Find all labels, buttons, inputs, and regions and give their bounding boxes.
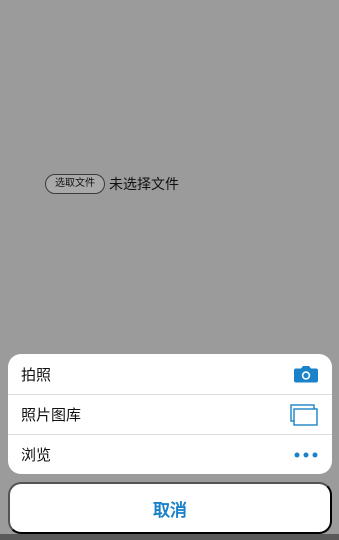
- action-sheet: 拍照 照片图库 浏览: [8, 354, 332, 474]
- file-status-text: 未选择文件: [109, 177, 179, 193]
- more-dots-icon: [294, 452, 318, 458]
- photo-library-option[interactable]: 照片图库: [8, 394, 332, 434]
- take-photo-option[interactable]: 拍照: [8, 354, 332, 394]
- choose-file-button[interactable]: 选取文件: [45, 174, 105, 194]
- bottom-strip: [0, 534, 339, 540]
- cancel-button[interactable]: 取消: [8, 482, 332, 534]
- camera-icon: [294, 366, 318, 383]
- browse-option[interactable]: 浏览: [8, 434, 332, 474]
- take-photo-label: 拍照: [21, 365, 52, 384]
- file-input: 选取文件 未选择文件: [45, 174, 179, 194]
- browse-label: 浏览: [21, 446, 52, 464]
- photo-library-label: 照片图库: [21, 406, 82, 424]
- photo-library-icon: [290, 403, 318, 426]
